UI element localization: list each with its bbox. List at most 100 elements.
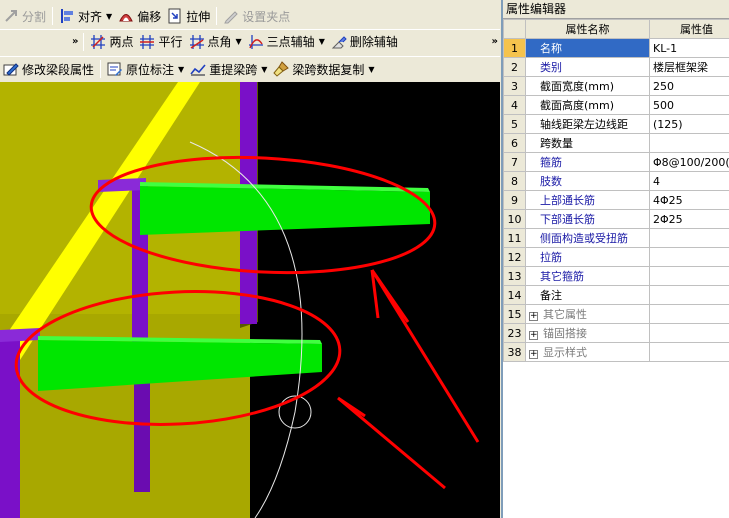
row-number: 11	[503, 228, 526, 248]
property-grid: 属性名称 属性值 1 名称 KL-1 2 类别 楼层框架梁 3 截面宽度(mm)…	[503, 19, 729, 362]
property-row[interactable]: 1 名称 KL-1	[503, 38, 729, 58]
property-group-row[interactable]: 38 + 显示样式	[503, 342, 729, 362]
pencil-icon	[224, 11, 238, 24]
expand-plus-icon[interactable]: +	[529, 350, 538, 359]
property-group-name[interactable]: + 显示样式	[525, 342, 650, 362]
stretch-label: 拉伸	[186, 9, 211, 24]
property-value[interactable]: 楼层框架梁	[649, 57, 729, 77]
dropdown-arrow-icon[interactable]: ▼	[368, 65, 374, 74]
row-number: 10	[503, 209, 526, 229]
copy-span-data-button[interactable]: 梁跨数据复制 ▼	[270, 58, 377, 80]
reextract-span-button[interactable]: 重提梁跨 ▼	[187, 58, 270, 80]
property-value[interactable]: 250	[649, 76, 729, 96]
set-grip-label: 设置夹点	[242, 9, 291, 24]
toolbar-separator	[52, 7, 54, 25]
property-value	[649, 342, 729, 362]
parallel-button[interactable]: 平行	[136, 31, 185, 53]
offset-button[interactable]: 偏移	[115, 5, 164, 27]
property-group-label: 其它属性	[543, 308, 587, 321]
property-name: 备注	[525, 285, 650, 305]
row-number: 7	[503, 152, 526, 172]
align-label: 对齐	[78, 9, 103, 24]
property-group-row[interactable]: 23 + 锚固搭接	[503, 323, 729, 343]
property-name: 上部通长筋	[525, 190, 650, 210]
property-row[interactable]: 13 其它箍筋	[503, 266, 729, 286]
align-icon	[61, 9, 74, 23]
property-row[interactable]: 4 截面高度(mm) 500	[503, 95, 729, 115]
property-value[interactable]: Φ8@100/200(4	[649, 152, 729, 172]
row-number: 1	[503, 38, 526, 58]
header-value: 属性值	[649, 19, 729, 39]
property-name: 轴线距梁左边线距	[525, 114, 650, 134]
row-number: 3	[503, 76, 526, 96]
two-points-button[interactable]: 两点	[87, 31, 136, 53]
property-value[interactable]: KL-1	[649, 38, 729, 58]
row-number: 8	[503, 171, 526, 191]
row-number: 5	[503, 114, 526, 134]
set-grip-button[interactable]: 设置夹点	[220, 5, 293, 27]
property-row[interactable]: 12 拉筋	[503, 247, 729, 267]
property-row[interactable]: 3 截面宽度(mm) 250	[503, 76, 729, 96]
property-row[interactable]: 10 下部通长筋 2Φ25	[503, 209, 729, 229]
property-group-row[interactable]: 15 + 其它属性	[503, 304, 729, 324]
property-row[interactable]: 7 箍筋 Φ8@100/200(4	[503, 152, 729, 172]
modify-span-button[interactable]: 修改梁段属性	[0, 58, 97, 80]
brush-icon	[273, 61, 290, 77]
property-row[interactable]: 2 类别 楼层框架梁	[503, 57, 729, 77]
split-icon	[5, 10, 17, 22]
property-group-name[interactable]: + 锚固搭接	[525, 323, 650, 343]
property-name: 侧面构造或受扭筋	[525, 228, 650, 248]
point-angle-axis-icon	[189, 34, 204, 49]
expand-plus-icon[interactable]: +	[529, 312, 538, 321]
dropdown-arrow-icon[interactable]: ▼	[319, 37, 325, 46]
dropdown-arrow-icon[interactable]: ▼	[178, 65, 184, 74]
toolbar-overflow-chevron-icon[interactable]: »	[68, 36, 80, 47]
property-value[interactable]	[649, 285, 729, 305]
dropdown-arrow-icon[interactable]: ▼	[236, 37, 242, 46]
property-value[interactable]	[649, 228, 729, 248]
point-angle-label: 点角	[207, 35, 232, 49]
property-value[interactable]: 500	[649, 95, 729, 115]
property-group-name[interactable]: + 其它属性	[525, 304, 650, 324]
stretch-button[interactable]: 拉伸	[164, 5, 213, 27]
property-value[interactable]	[649, 266, 729, 286]
property-value[interactable]: 4Φ25	[649, 190, 729, 210]
delete-aux-label: 删除辅轴	[349, 35, 398, 49]
in-situ-mark-label: 原位标注	[126, 62, 175, 77]
property-value[interactable]	[649, 133, 729, 153]
property-value[interactable]: 4	[649, 171, 729, 191]
property-name: 下部通长筋	[525, 209, 650, 229]
annotation-arrow-lower	[337, 396, 446, 490]
row-number: 23	[503, 323, 526, 343]
property-grid-header: 属性名称 属性值	[503, 19, 729, 39]
property-name: 名称	[525, 38, 650, 58]
property-row[interactable]: 8 肢数 4	[503, 171, 729, 191]
align-button[interactable]: 对齐 ▼	[56, 5, 115, 27]
property-row[interactable]: 11 侧面构造或受扭筋	[503, 228, 729, 248]
three-point-axis-icon	[248, 34, 263, 49]
split-button[interactable]: 分割	[0, 5, 49, 27]
delete-aux-button[interactable]: 删除辅轴	[328, 31, 401, 53]
expand-plus-icon[interactable]: +	[529, 331, 538, 340]
modify-span-icon	[3, 63, 19, 76]
stretch-icon	[168, 8, 181, 24]
toolbar-separator	[83, 32, 85, 51]
property-value[interactable]: (125)	[649, 114, 729, 134]
point-angle-button[interactable]: 点角 ▼	[186, 31, 245, 53]
property-row[interactable]: 6 跨数量	[503, 133, 729, 153]
toolbar-separator	[216, 7, 218, 25]
property-row[interactable]: 9 上部通长筋 4Φ25	[503, 190, 729, 210]
row-number: 4	[503, 95, 526, 115]
property-value[interactable]	[649, 247, 729, 267]
offset-label: 偏移	[137, 9, 162, 24]
property-row[interactable]: 14 备注	[503, 285, 729, 305]
property-row[interactable]: 5 轴线距梁左边线距 (125)	[503, 114, 729, 134]
panel-title: 属性编辑器	[503, 0, 729, 19]
drawing-viewport[interactable]	[0, 82, 500, 518]
three-point-aux-button[interactable]: 三点辅轴 ▼	[245, 31, 328, 53]
annotation-arrow-upper	[370, 269, 480, 443]
toolbar-overflow-chevron-icon[interactable]: »	[488, 36, 500, 47]
in-situ-mark-button[interactable]: 原位标注 ▼	[104, 58, 187, 80]
property-value[interactable]: 2Φ25	[649, 209, 729, 229]
dropdown-arrow-icon[interactable]: ▼	[261, 65, 267, 74]
